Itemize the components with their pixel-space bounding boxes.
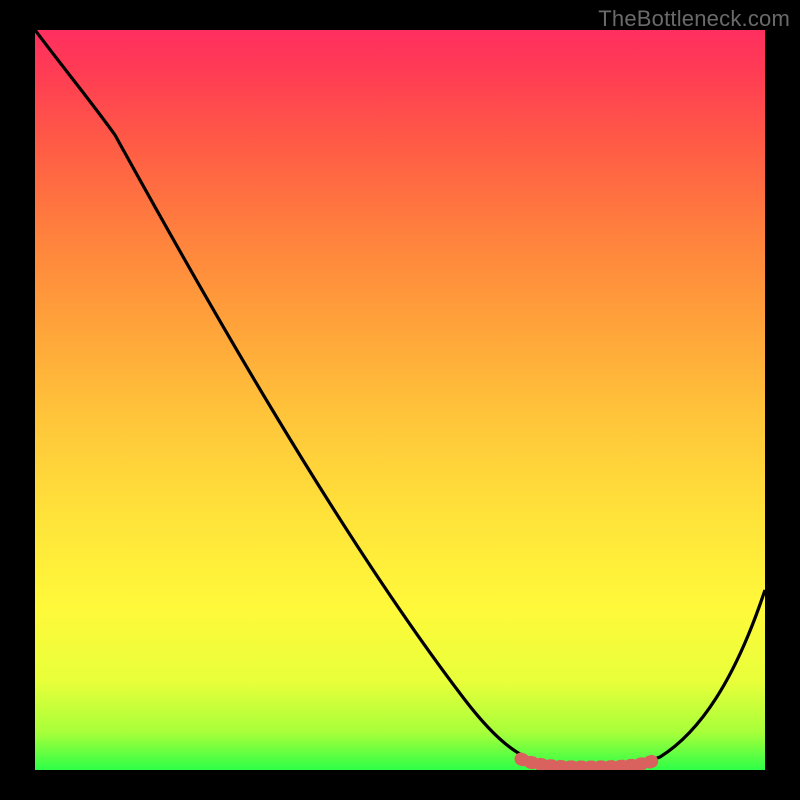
trough-highlight: [521, 759, 653, 767]
bottleneck-curve: [35, 30, 765, 766]
chart-svg: [35, 30, 765, 770]
plot-area: [35, 30, 765, 770]
watermark-text: TheBottleneck.com: [598, 6, 790, 32]
chart-frame: TheBottleneck.com: [0, 0, 800, 800]
